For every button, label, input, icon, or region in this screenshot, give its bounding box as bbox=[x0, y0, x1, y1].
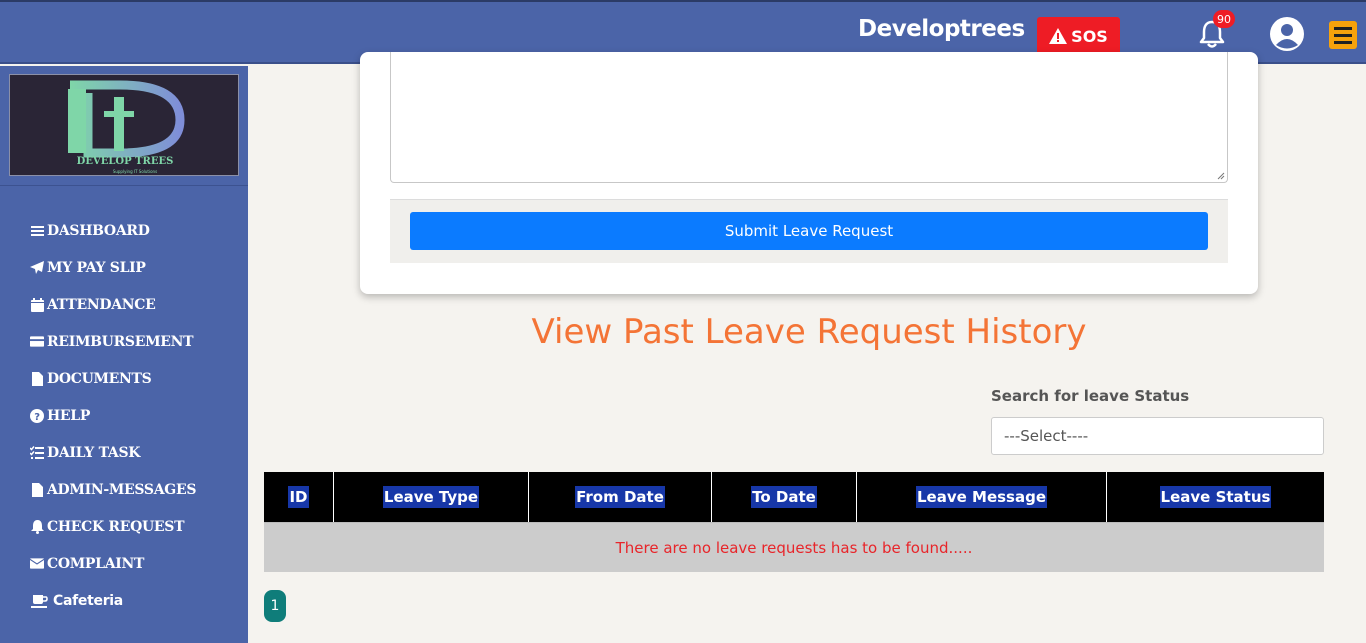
sidebar-nav: DASHBOARD MY PAY SLIP ATTENDANCE REIMBUR… bbox=[30, 212, 196, 619]
coffee-icon bbox=[30, 594, 50, 608]
warning-icon bbox=[1049, 28, 1068, 44]
column-header-from-date: From Date bbox=[529, 472, 712, 522]
svg-text:?: ? bbox=[34, 412, 40, 423]
column-header-leave-message: Leave Message bbox=[857, 472, 1107, 522]
question-circle-icon: ? bbox=[30, 408, 44, 423]
sidebar-item-label: Cafeteria bbox=[53, 592, 123, 609]
sidebar-item-daily-task[interactable]: DAILY TASK bbox=[30, 434, 196, 471]
sidebar-item-attendance[interactable]: ATTENDANCE bbox=[30, 286, 196, 323]
empty-table-message: There are no leave requests has to be fo… bbox=[264, 522, 1324, 572]
sidebar-item-dashboard[interactable]: DASHBOARD bbox=[30, 212, 196, 249]
column-header-leave-status: Leave Status bbox=[1159, 486, 1272, 508]
sidebar-item-admin-messages[interactable]: ADMIN-MESSAGES bbox=[30, 471, 196, 508]
paper-plane-icon bbox=[30, 261, 44, 275]
column-header-leave-type: Leave Type bbox=[334, 472, 529, 522]
pagination-page-button[interactable]: 1 bbox=[264, 590, 286, 622]
sidebar-item-label: DOCUMENTS bbox=[47, 370, 152, 387]
resize-grip-icon[interactable] bbox=[1217, 172, 1225, 180]
brand-name: Developtrees bbox=[858, 16, 1025, 42]
logo-text: DEVELOP TREES bbox=[77, 156, 174, 167]
menu-line bbox=[1334, 33, 1352, 37]
sidebar-item-check-request[interactable]: CHECK REQUEST bbox=[30, 508, 196, 545]
sidebar-divider bbox=[0, 185, 248, 186]
sidebar-item-label: ATTENDANCE bbox=[47, 296, 156, 313]
history-title: View Past Leave Request History bbox=[531, 312, 1087, 352]
sidebar: DEVELOP TREES Supplying IT Solutions DAS… bbox=[0, 66, 248, 643]
column-header-to-date: To Date bbox=[712, 472, 857, 522]
task-list-icon bbox=[30, 446, 44, 460]
leave-status-select[interactable]: ---Select---- bbox=[991, 417, 1324, 455]
envelope-icon bbox=[30, 557, 44, 571]
sidebar-item-label: DASHBOARD bbox=[47, 222, 150, 239]
sidebar-item-my-pay-slip[interactable]: MY PAY SLIP bbox=[30, 249, 196, 286]
search-status-label: Search for leave Status bbox=[991, 387, 1190, 405]
sidebar-item-label: ADMIN-MESSAGES bbox=[47, 481, 197, 498]
sidebar-item-cafeteria[interactable]: Cafeteria bbox=[30, 582, 196, 619]
sidebar-item-label: MY PAY SLIP bbox=[47, 259, 146, 276]
menu-line bbox=[1334, 40, 1352, 44]
sidebar-item-reimbursement[interactable]: REIMBURSEMENT bbox=[30, 323, 196, 360]
logo-tagline: Supplying IT Solutions bbox=[113, 169, 157, 174]
file-icon bbox=[30, 371, 44, 386]
table-header-row: ID Leave Type From Date To Date Leave Me… bbox=[264, 472, 1324, 522]
user-avatar-icon[interactable] bbox=[1269, 16, 1305, 52]
sidebar-item-label: CHECK REQUEST bbox=[47, 518, 185, 535]
calendar-icon bbox=[30, 297, 44, 312]
menu-toggle-button[interactable] bbox=[1329, 21, 1357, 49]
sos-label: SOS bbox=[1071, 26, 1108, 46]
sidebar-item-label: DAILY TASK bbox=[47, 444, 141, 461]
leave-message-textarea[interactable] bbox=[390, 52, 1228, 183]
sidebar-item-label: HELP bbox=[47, 407, 91, 424]
leave-history-table: ID Leave Type From Date To Date Leave Me… bbox=[264, 472, 1324, 572]
file-icon bbox=[30, 482, 44, 497]
notification-count-badge: 90 bbox=[1213, 10, 1235, 28]
bell-icon bbox=[30, 519, 44, 534]
menu-line bbox=[1334, 26, 1352, 30]
sidebar-item-label: COMPLAINT bbox=[47, 555, 145, 572]
submit-leave-request-button[interactable]: Submit Leave Request bbox=[410, 212, 1208, 250]
sos-button[interactable]: SOS bbox=[1037, 17, 1120, 55]
column-header-id: ID bbox=[264, 472, 334, 522]
credit-card-icon bbox=[30, 335, 44, 349]
logo-graphic: DEVELOP TREES Supplying IT Solutions bbox=[68, 80, 185, 174]
sidebar-item-help[interactable]: ? HELP bbox=[30, 397, 196, 434]
sidebar-item-label: REIMBURSEMENT bbox=[47, 333, 194, 350]
bars-icon bbox=[30, 224, 44, 238]
sidebar-item-documents[interactable]: DOCUMENTS bbox=[30, 360, 196, 397]
company-logo: DEVELOP TREES Supplying IT Solutions bbox=[9, 74, 239, 176]
sidebar-item-complaint[interactable]: COMPLAINT bbox=[30, 545, 196, 582]
